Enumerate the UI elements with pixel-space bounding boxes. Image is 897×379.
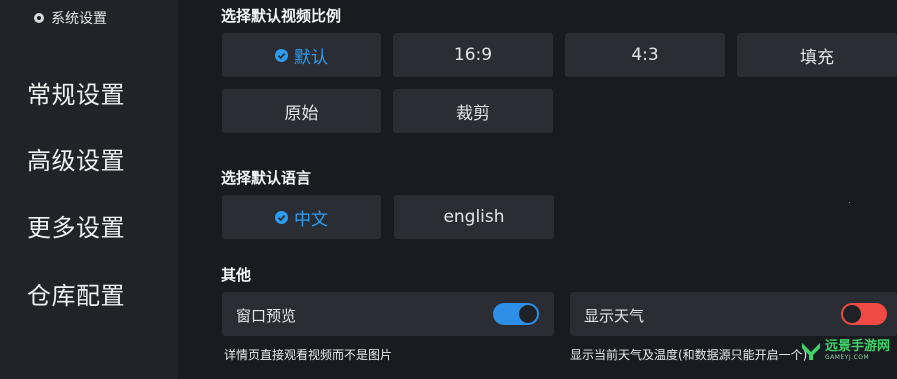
toggle-knob bbox=[843, 305, 861, 323]
aspect-option-default[interactable]: 默认 bbox=[222, 33, 381, 77]
watermark-icon bbox=[802, 343, 820, 360]
aspect-ratio-heading: 选择默认视频比例 bbox=[221, 7, 342, 25]
aspect-option-4-3[interactable]: 4:3 bbox=[565, 33, 725, 77]
language-option-english-label: english bbox=[443, 207, 505, 227]
aspect-option-default-label: 默认 bbox=[294, 47, 328, 68]
show-weather-toggle[interactable] bbox=[841, 303, 887, 325]
language-option-chinese[interactable]: 中文 bbox=[222, 195, 381, 239]
other-heading: 其他 bbox=[221, 266, 252, 284]
system-settings-title: 系统设置 bbox=[51, 11, 107, 27]
aspect-option-original-label: 原始 bbox=[284, 103, 319, 124]
language-heading: 选择默认语言 bbox=[221, 169, 312, 187]
show-weather-description: 显示当前天气及温度(和数据源只能开启一个) bbox=[570, 348, 808, 362]
check-icon bbox=[275, 48, 288, 62]
sidebar-item-advanced[interactable]: 高级设置 bbox=[27, 146, 125, 176]
aspect-option-16-9[interactable]: 16:9 bbox=[393, 33, 553, 77]
window-preview-panel: 窗口预览 bbox=[222, 292, 554, 336]
show-weather-panel: 显示天气 bbox=[570, 292, 897, 336]
aspect-option-crop-label: 裁剪 bbox=[456, 103, 490, 124]
sidebar-item-more[interactable]: 更多设置 bbox=[27, 213, 125, 243]
aspect-option-16-9-label: 16:9 bbox=[453, 45, 493, 65]
system-settings-header: 系统设置 bbox=[33, 8, 107, 28]
aspect-option-fill-label: 填充 bbox=[800, 47, 834, 68]
watermark-text: 远景手游网 bbox=[825, 339, 891, 354]
window-preview-label: 窗口预览 bbox=[236, 307, 297, 325]
aspect-option-fill[interactable]: 填充 bbox=[737, 33, 897, 77]
sidebar-item-general[interactable]: 常规设置 bbox=[27, 80, 125, 110]
sidebar-item-repository[interactable]: 仓库配置 bbox=[27, 281, 125, 311]
stray-dot bbox=[849, 202, 850, 203]
window-preview-description: 详情页直接观看视频而不是图片 bbox=[224, 348, 393, 362]
aspect-option-original[interactable]: 原始 bbox=[222, 89, 381, 133]
aspect-option-crop[interactable]: 裁剪 bbox=[393, 89, 553, 133]
gear-icon bbox=[34, 13, 44, 23]
sidebar: 系统设置 常规设置 高级设置 更多设置 仓库配置 bbox=[0, 0, 178, 379]
language-option-chinese-label: 中文 bbox=[294, 209, 328, 230]
language-option-english[interactable]: english bbox=[394, 195, 554, 239]
aspect-option-4-3-label: 4:3 bbox=[631, 45, 659, 65]
watermark-logo: 远景手游网 GAMEYJ.COM bbox=[800, 340, 890, 362]
watermark-subtext: GAMEYJ.COM bbox=[825, 354, 870, 361]
show-weather-label: 显示天气 bbox=[584, 307, 645, 325]
toggle-knob bbox=[519, 305, 537, 323]
check-icon bbox=[275, 210, 288, 224]
window-preview-toggle[interactable] bbox=[493, 303, 539, 325]
